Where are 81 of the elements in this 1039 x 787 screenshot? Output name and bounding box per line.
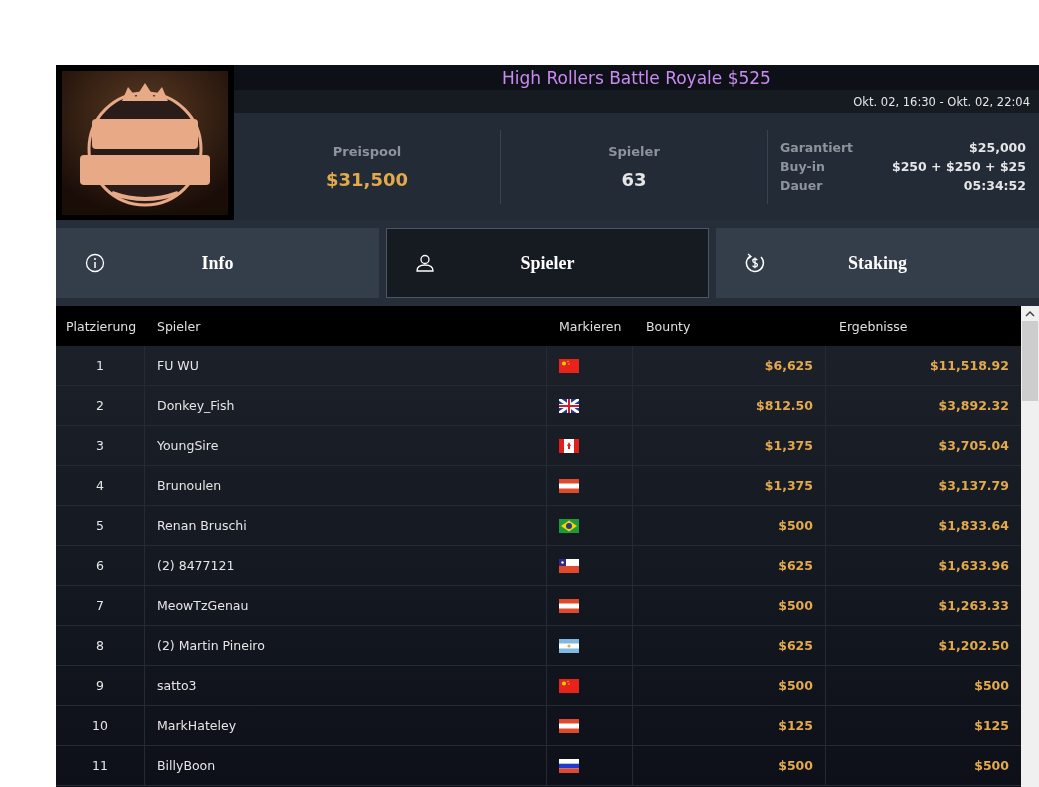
table-cell: FU WU [145,346,547,385]
scroll-up-icon[interactable] [1025,310,1035,318]
stat-value: 63 [621,168,647,190]
info-icon [85,253,105,273]
table-cell: 2 [56,386,145,425]
table-cell: $500 [633,506,826,545]
tournament-dates: Okt. 02, 16:30 - Okt. 02, 22:04 [853,94,1030,109]
table-cell-text: $125 [973,717,1010,735]
flag-icon [559,438,579,453]
tab[interactable]: Staking [716,228,1039,298]
table-cell-text: $500 [973,677,1010,695]
table-cell: 9 [56,666,145,705]
scrollbar[interactable] [1021,306,1039,787]
table-cell-text: $1,202.50 [937,637,1010,655]
table-cell: $625 [633,546,826,585]
table-cell: Renan Bruschi [145,506,547,545]
flag-icon [559,398,579,413]
column-header: Ergebnisse [838,318,909,334]
table-cell-text: $1,263.33 [937,597,1010,615]
table-cell-text: $3,705.04 [937,437,1010,455]
flag-icon [559,598,579,613]
tab[interactable]: Spieler [386,228,709,298]
table-cell: BillyBoon [145,746,547,785]
table-cell: $1,375 [633,466,826,505]
table-cell-text: $1,633.96 [937,557,1010,575]
detail-label: Garantiert [780,140,854,155]
column-header: Markieren [558,318,623,334]
stat-value: $31,500 [326,168,408,190]
tab[interactable]: Info [56,228,379,298]
table-cell: $500 [633,746,826,785]
table-cell: MeowTzGenau [145,586,547,625]
table-cell: 8 [56,626,145,665]
flag-icon [559,678,579,693]
detail-label: Buy-in [780,159,825,174]
table-cell: 10 [56,706,145,745]
table-cell: 1 [56,346,145,385]
table-cell-text: $11,518.92 [928,357,1010,375]
table-cell: $812.50 [633,386,826,425]
table-cell-text: $3,137.79 [937,477,1010,495]
table-cell: (2) 8477121 [145,546,547,585]
table-cell: YoungSire [145,426,547,465]
table-cell: $6,625 [633,346,826,385]
table-cell: $125 [633,706,826,745]
detail-label: Dauer [780,178,823,193]
table-cell: $1,375 [633,426,826,465]
stat-label: Spieler [608,143,660,159]
column-header: Platzierung [65,318,138,334]
table-cell: $500 [633,586,826,625]
tournament-title: High Rollers Battle Royale $525 [502,67,771,88]
table-cell: 4 [56,466,145,505]
table-cell: Donkey_Fish [145,386,547,425]
table-cell: 11 [56,746,145,785]
table-cell: 5 [56,506,145,545]
user-icon [415,253,435,273]
scrollbar-thumb[interactable] [1022,321,1038,401]
table-cell-text: $1,833.64 [937,517,1010,535]
table-cell: $625 [633,626,826,665]
dollar-coin-icon [745,253,765,273]
flag-icon [559,718,579,733]
detail-value: 05:34:52 [963,178,1026,193]
table-cell: 7 [56,586,145,625]
table-cell: Brunoulen [145,466,547,505]
column-header: Spieler [156,318,202,334]
detail-value: $25,000 [969,140,1026,155]
table-cell-text: $3,892.32 [937,397,1010,415]
flag-icon [559,518,579,533]
flag-icon [559,358,579,373]
flag-icon [559,478,579,493]
flag-icon [559,558,579,573]
table-cell: 6 [56,546,145,585]
stat-label: Preispool [332,143,402,159]
detail-value: $250 + $250 + $25 [891,159,1026,174]
table-cell-text: $500 [973,757,1010,775]
column-header: Bounty [645,318,692,334]
table-cell: MarkHateley [145,706,547,745]
table-cell: $500 [633,666,826,705]
table-cell: satto3 [145,666,547,705]
flag-icon [559,758,579,773]
flag-icon [559,638,579,653]
table-cell: (2) Martin Pineiro [145,626,547,665]
table-cell: 3 [56,426,145,465]
